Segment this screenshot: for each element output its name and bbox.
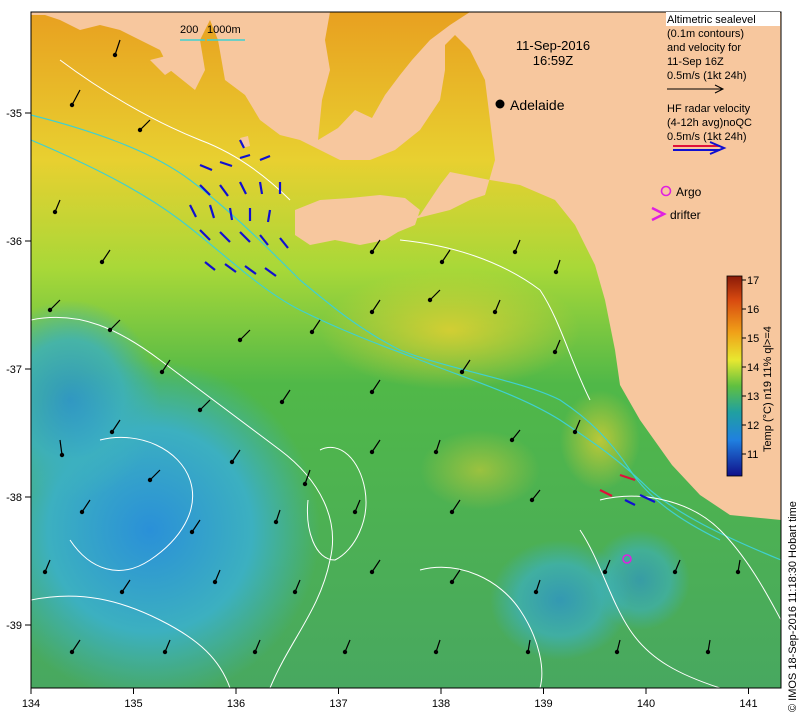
imos-credit: © IMOS 18-Sep-2016 11:18:30 Hobart time [787, 501, 799, 712]
y-tick-label: -35 [6, 108, 22, 120]
altimetry-legend-line: and velocity for [667, 42, 741, 54]
image-time: 16:59Z [533, 53, 574, 68]
adelaide-marker [495, 99, 505, 109]
x-tick-label: 134 [22, 698, 40, 710]
altimetry-legend-line: (0.1m contours) [667, 28, 744, 40]
x-tick-label: 135 [124, 698, 142, 710]
hf-radar-legend-line: 0.5m/s (1kt 24h) [667, 131, 746, 143]
hf-radar-legend-line: HF radar velocity [667, 103, 751, 115]
altimetry-legend-line: Altimetric sealevel [667, 14, 756, 26]
scale-label-200: 200 [180, 24, 198, 36]
altimetry-legend-line: 0.5m/s (1kt 24h) [667, 70, 746, 82]
x-tick-label: 141 [739, 698, 757, 710]
drifter-legend-label: drifter [670, 208, 701, 222]
sst-map: 134 135 136 137 138 139 140 141 -35 -36 … [6, 11, 799, 712]
x-tick-label: 140 [637, 698, 655, 710]
colorbar-tick: 17 [747, 275, 759, 287]
warm-patch-lower [420, 430, 540, 510]
argo-legend-label: Argo [676, 185, 702, 199]
altimetry-legend-line: 11-Sep 16Z [667, 56, 724, 68]
image-date: 11-Sep-2016 [516, 38, 590, 53]
y-tick-label: -37 [6, 364, 22, 376]
x-tick-label: 137 [329, 698, 347, 710]
y-tick-label: -36 [6, 236, 22, 248]
hf-radar-legend-line: (4-12h avg)noQC [667, 117, 752, 129]
y-axis-labels: -35 -36 -37 -38 -39 [6, 108, 22, 632]
y-tick-label: -38 [6, 492, 22, 504]
x-tick-label: 138 [432, 698, 450, 710]
warm-patch-coast [560, 390, 640, 490]
colorbar-tick: 11 [747, 449, 758, 461]
y-tick-label: -39 [6, 620, 22, 632]
colorbar-tick: 15 [747, 333, 759, 345]
x-tick-label: 136 [227, 698, 245, 710]
colorbar-tick: 14 [747, 362, 759, 374]
colorbar-title: Temp (°C) n19 11% ql>=4 [762, 326, 774, 452]
adelaide-label: Adelaide [510, 97, 565, 113]
colorbar-tick: 12 [747, 420, 759, 432]
map-frame [31, 12, 781, 688]
scale-label-1000: 1000m [207, 24, 241, 36]
x-tick-label: 139 [534, 698, 552, 710]
x-axis-labels: 134 135 136 137 138 139 140 141 [22, 698, 758, 710]
colorbar-tick: 13 [747, 391, 759, 403]
colorbar-tick: 16 [747, 304, 759, 316]
